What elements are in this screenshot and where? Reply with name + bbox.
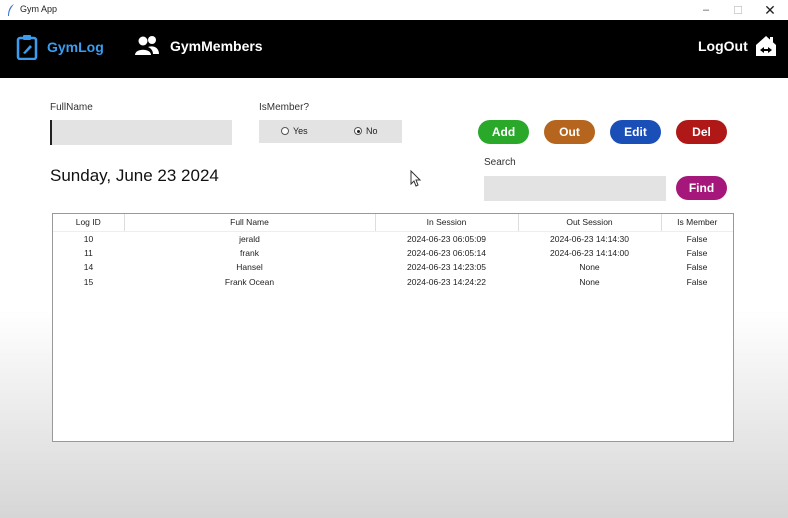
- ismember-label: IsMember?: [259, 102, 310, 113]
- maximize-button[interactable]: ☐: [722, 0, 754, 20]
- close-icon: ✕: [764, 1, 776, 18]
- nav-gymmembers-label: GymMembers: [170, 38, 263, 54]
- cell-in-session: 2024-06-23 14:23:05: [407, 262, 486, 273]
- table-row[interactable]: 10 jerald 2024-06-23 06:05:09 2024-06-23…: [53, 231, 733, 246]
- radio-button-selected: [354, 127, 362, 135]
- ismember-radio-group: Yes No: [259, 120, 402, 143]
- radio-label-yes: Yes: [293, 126, 308, 136]
- cell-full-name: Frank Ocean: [224, 276, 275, 287]
- cell-is-member: False: [686, 247, 708, 258]
- cell-in-session: 2024-06-23 06:05:14: [407, 247, 486, 258]
- column-header-is-member[interactable]: Is Member: [661, 214, 733, 232]
- edit-button[interactable]: Edit: [610, 120, 661, 144]
- mouse-cursor-icon: [410, 170, 422, 187]
- cell-log-id: 10: [83, 233, 94, 244]
- nav-gymlog[interactable]: GymLog: [16, 34, 104, 60]
- cell-out-session: 2024-06-23 14:14:30: [550, 233, 629, 244]
- ismember-yes-radio[interactable]: Yes: [281, 126, 308, 136]
- add-button[interactable]: Add: [478, 120, 529, 144]
- column-header-out-session[interactable]: Out Session: [518, 214, 662, 232]
- people-icon: [135, 36, 159, 55]
- cell-out-session: None: [579, 276, 600, 287]
- table-row[interactable]: 11 frank 2024-06-23 06:05:14 2024-06-23 …: [53, 246, 733, 261]
- cell-log-id: 11: [84, 247, 93, 258]
- nav-logout[interactable]: LogOut: [698, 34, 778, 58]
- nav-logout-label: LogOut: [698, 38, 748, 54]
- search-input[interactable]: [484, 176, 666, 201]
- cell-is-member: False: [686, 276, 708, 287]
- cell-log-id: 15: [83, 276, 94, 287]
- cell-full-name: jerald: [239, 233, 260, 244]
- cell-is-member: False: [686, 262, 708, 273]
- nav-gymmembers[interactable]: GymMembers: [134, 35, 263, 57]
- feather-icon: [8, 4, 14, 16]
- table-header-row: Log ID Full Name In Session Out Session …: [53, 214, 733, 232]
- table-row[interactable]: 15 Frank Ocean 2024-06-23 14:24:22 None …: [53, 275, 733, 290]
- search-label: Search: [484, 157, 516, 168]
- cell-out-session: None: [579, 262, 600, 273]
- column-header-log-id[interactable]: Log ID: [53, 214, 125, 232]
- nav-bar: GymLog GymMembers LogOut: [0, 20, 788, 78]
- cell-log-id: 14: [83, 262, 94, 273]
- delete-button[interactable]: Del: [676, 120, 727, 144]
- house-exit-icon: [755, 36, 776, 56]
- cell-in-session: 2024-06-23 14:24:22: [407, 276, 486, 287]
- cell-in-session: 2024-06-23 06:05:09: [407, 233, 486, 244]
- cell-is-member: False: [686, 233, 708, 244]
- cell-out-session: 2024-06-23 14:14:00: [550, 247, 629, 258]
- clipboard-icon: [16, 35, 38, 60]
- nav-gymlog-label: GymLog: [47, 39, 104, 55]
- cell-full-name: Hansel: [236, 262, 263, 273]
- window-titlebar: Gym App – ☐ ✕: [0, 0, 788, 20]
- radio-button: [281, 127, 289, 135]
- fullname-label: FullName: [50, 102, 93, 113]
- minimize-icon: –: [702, 4, 710, 16]
- radio-label-no: No: [366, 126, 378, 136]
- out-button[interactable]: Out: [544, 120, 595, 144]
- ismember-no-radio[interactable]: No: [354, 126, 378, 136]
- table-row[interactable]: 14 Hansel 2024-06-23 14:23:05 None False: [53, 260, 733, 275]
- find-button[interactable]: Find: [676, 176, 727, 200]
- minimize-button[interactable]: –: [690, 0, 722, 20]
- current-date: Sunday, June 23 2024: [50, 166, 219, 185]
- column-header-full-name[interactable]: Full Name: [124, 214, 376, 232]
- close-button[interactable]: ✕: [754, 0, 786, 20]
- fullname-input[interactable]: [50, 120, 232, 145]
- log-table: Log ID Full Name In Session Out Session …: [52, 213, 734, 442]
- window-title: Gym App: [20, 4, 58, 14]
- cell-full-name: frank: [240, 247, 259, 258]
- maximize-icon: ☐: [733, 4, 743, 17]
- column-header-in-session[interactable]: In Session: [375, 214, 519, 232]
